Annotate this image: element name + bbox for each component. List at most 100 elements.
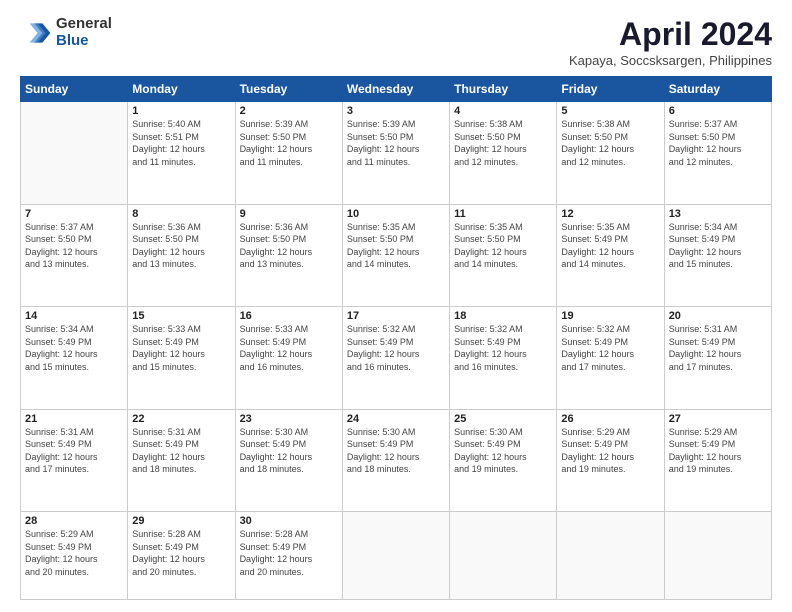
calendar-cell: 27Sunrise: 5:29 AM Sunset: 5:49 PM Dayli… — [664, 409, 771, 512]
day-number: 22 — [132, 413, 230, 425]
title-area: April 2024 Kapaya, Soccsksargen, Philipp… — [569, 16, 772, 68]
day-number: 29 — [132, 515, 230, 527]
calendar-cell: 13Sunrise: 5:34 AM Sunset: 5:49 PM Dayli… — [664, 204, 771, 307]
logo: General Blue — [20, 16, 112, 49]
day-number: 9 — [240, 208, 338, 220]
day-number: 24 — [347, 413, 445, 425]
day-number: 4 — [454, 105, 552, 117]
day-number: 1 — [132, 105, 230, 117]
logo-general: General — [56, 16, 112, 33]
calendar-cell: 11Sunrise: 5:35 AM Sunset: 5:50 PM Dayli… — [450, 204, 557, 307]
calendar-cell: 10Sunrise: 5:35 AM Sunset: 5:50 PM Dayli… — [342, 204, 449, 307]
day-header-friday: Friday — [557, 77, 664, 102]
day-info: Sunrise: 5:38 AM Sunset: 5:50 PM Dayligh… — [454, 118, 552, 168]
day-number: 28 — [25, 515, 123, 527]
day-info: Sunrise: 5:36 AM Sunset: 5:50 PM Dayligh… — [240, 221, 338, 271]
calendar-cell — [450, 512, 557, 600]
calendar-cell: 17Sunrise: 5:32 AM Sunset: 5:49 PM Dayli… — [342, 307, 449, 410]
day-info: Sunrise: 5:31 AM Sunset: 5:49 PM Dayligh… — [669, 323, 767, 373]
calendar-cell — [342, 512, 449, 600]
day-number: 21 — [25, 413, 123, 425]
day-info: Sunrise: 5:35 AM Sunset: 5:50 PM Dayligh… — [454, 221, 552, 271]
calendar-cell — [664, 512, 771, 600]
page: General Blue April 2024 Kapaya, Soccsksa… — [0, 0, 792, 612]
week-row-3: 14Sunrise: 5:34 AM Sunset: 5:49 PM Dayli… — [21, 307, 772, 410]
calendar-cell: 23Sunrise: 5:30 AM Sunset: 5:49 PM Dayli… — [235, 409, 342, 512]
day-info: Sunrise: 5:31 AM Sunset: 5:49 PM Dayligh… — [132, 426, 230, 476]
day-header-tuesday: Tuesday — [235, 77, 342, 102]
day-info: Sunrise: 5:35 AM Sunset: 5:49 PM Dayligh… — [561, 221, 659, 271]
calendar-cell: 14Sunrise: 5:34 AM Sunset: 5:49 PM Dayli… — [21, 307, 128, 410]
week-row-4: 21Sunrise: 5:31 AM Sunset: 5:49 PM Dayli… — [21, 409, 772, 512]
calendar-cell: 8Sunrise: 5:36 AM Sunset: 5:50 PM Daylig… — [128, 204, 235, 307]
calendar-cell — [21, 102, 128, 205]
header: General Blue April 2024 Kapaya, Soccsksa… — [20, 16, 772, 68]
calendar-cell: 1Sunrise: 5:40 AM Sunset: 5:51 PM Daylig… — [128, 102, 235, 205]
calendar-cell: 19Sunrise: 5:32 AM Sunset: 5:49 PM Dayli… — [557, 307, 664, 410]
day-info: Sunrise: 5:33 AM Sunset: 5:49 PM Dayligh… — [132, 323, 230, 373]
day-info: Sunrise: 5:40 AM Sunset: 5:51 PM Dayligh… — [132, 118, 230, 168]
day-info: Sunrise: 5:37 AM Sunset: 5:50 PM Dayligh… — [669, 118, 767, 168]
day-info: Sunrise: 5:30 AM Sunset: 5:49 PM Dayligh… — [454, 426, 552, 476]
day-info: Sunrise: 5:29 AM Sunset: 5:49 PM Dayligh… — [25, 528, 123, 578]
day-info: Sunrise: 5:29 AM Sunset: 5:49 PM Dayligh… — [561, 426, 659, 476]
logo-blue: Blue — [56, 33, 112, 50]
day-info: Sunrise: 5:28 AM Sunset: 5:49 PM Dayligh… — [240, 528, 338, 578]
calendar-cell: 24Sunrise: 5:30 AM Sunset: 5:49 PM Dayli… — [342, 409, 449, 512]
calendar-cell: 6Sunrise: 5:37 AM Sunset: 5:50 PM Daylig… — [664, 102, 771, 205]
logo-icon — [20, 17, 52, 49]
day-info: Sunrise: 5:31 AM Sunset: 5:49 PM Dayligh… — [25, 426, 123, 476]
subtitle: Kapaya, Soccsksargen, Philippines — [569, 53, 772, 68]
calendar-cell: 25Sunrise: 5:30 AM Sunset: 5:49 PM Dayli… — [450, 409, 557, 512]
calendar-cell: 18Sunrise: 5:32 AM Sunset: 5:49 PM Dayli… — [450, 307, 557, 410]
day-info: Sunrise: 5:30 AM Sunset: 5:49 PM Dayligh… — [347, 426, 445, 476]
day-number: 14 — [25, 310, 123, 322]
day-info: Sunrise: 5:36 AM Sunset: 5:50 PM Dayligh… — [132, 221, 230, 271]
day-number: 26 — [561, 413, 659, 425]
day-number: 20 — [669, 310, 767, 322]
day-number: 8 — [132, 208, 230, 220]
day-info: Sunrise: 5:32 AM Sunset: 5:49 PM Dayligh… — [454, 323, 552, 373]
day-number: 27 — [669, 413, 767, 425]
day-info: Sunrise: 5:39 AM Sunset: 5:50 PM Dayligh… — [240, 118, 338, 168]
day-number: 11 — [454, 208, 552, 220]
day-number: 12 — [561, 208, 659, 220]
calendar-cell: 21Sunrise: 5:31 AM Sunset: 5:49 PM Dayli… — [21, 409, 128, 512]
calendar-cell — [557, 512, 664, 600]
day-header-sunday: Sunday — [21, 77, 128, 102]
calendar-cell: 15Sunrise: 5:33 AM Sunset: 5:49 PM Dayli… — [128, 307, 235, 410]
calendar-cell: 16Sunrise: 5:33 AM Sunset: 5:49 PM Dayli… — [235, 307, 342, 410]
day-number: 17 — [347, 310, 445, 322]
day-info: Sunrise: 5:28 AM Sunset: 5:49 PM Dayligh… — [132, 528, 230, 578]
day-info: Sunrise: 5:32 AM Sunset: 5:49 PM Dayligh… — [347, 323, 445, 373]
day-header-saturday: Saturday — [664, 77, 771, 102]
day-info: Sunrise: 5:33 AM Sunset: 5:49 PM Dayligh… — [240, 323, 338, 373]
calendar-cell: 29Sunrise: 5:28 AM Sunset: 5:49 PM Dayli… — [128, 512, 235, 600]
calendar-cell: 26Sunrise: 5:29 AM Sunset: 5:49 PM Dayli… — [557, 409, 664, 512]
day-info: Sunrise: 5:38 AM Sunset: 5:50 PM Dayligh… — [561, 118, 659, 168]
day-number: 23 — [240, 413, 338, 425]
day-info: Sunrise: 5:34 AM Sunset: 5:49 PM Dayligh… — [669, 221, 767, 271]
logo-text: General Blue — [56, 16, 112, 49]
calendar-cell: 4Sunrise: 5:38 AM Sunset: 5:50 PM Daylig… — [450, 102, 557, 205]
calendar-table: SundayMondayTuesdayWednesdayThursdayFrid… — [20, 76, 772, 600]
day-info: Sunrise: 5:39 AM Sunset: 5:50 PM Dayligh… — [347, 118, 445, 168]
day-number: 2 — [240, 105, 338, 117]
day-number: 5 — [561, 105, 659, 117]
week-row-5: 28Sunrise: 5:29 AM Sunset: 5:49 PM Dayli… — [21, 512, 772, 600]
day-number: 10 — [347, 208, 445, 220]
day-number: 19 — [561, 310, 659, 322]
calendar-cell: 20Sunrise: 5:31 AM Sunset: 5:49 PM Dayli… — [664, 307, 771, 410]
day-header-thursday: Thursday — [450, 77, 557, 102]
week-row-2: 7Sunrise: 5:37 AM Sunset: 5:50 PM Daylig… — [21, 204, 772, 307]
day-info: Sunrise: 5:32 AM Sunset: 5:49 PM Dayligh… — [561, 323, 659, 373]
calendar-cell: 22Sunrise: 5:31 AM Sunset: 5:49 PM Dayli… — [128, 409, 235, 512]
calendar-cell: 12Sunrise: 5:35 AM Sunset: 5:49 PM Dayli… — [557, 204, 664, 307]
day-number: 25 — [454, 413, 552, 425]
day-number: 13 — [669, 208, 767, 220]
day-number: 15 — [132, 310, 230, 322]
day-header-wednesday: Wednesday — [342, 77, 449, 102]
week-row-1: 1Sunrise: 5:40 AM Sunset: 5:51 PM Daylig… — [21, 102, 772, 205]
calendar-cell: 9Sunrise: 5:36 AM Sunset: 5:50 PM Daylig… — [235, 204, 342, 307]
calendar-cell: 3Sunrise: 5:39 AM Sunset: 5:50 PM Daylig… — [342, 102, 449, 205]
